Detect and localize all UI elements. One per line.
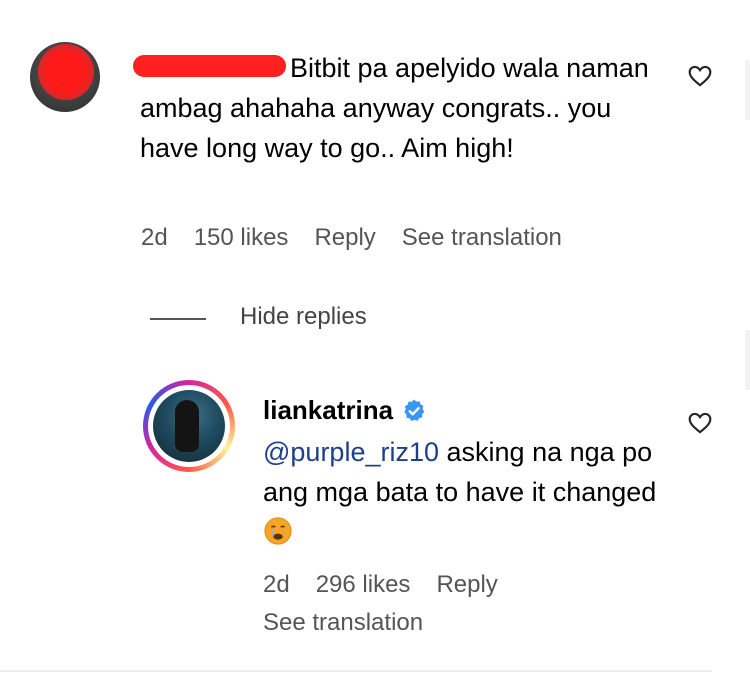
hide-replies-button[interactable]: Hide replies (240, 303, 367, 331)
edge-shadow (745, 330, 750, 390)
verified-badge-icon (404, 399, 425, 421)
reply-see-translation[interactable]: See translation (263, 609, 423, 637)
crying-emoji-icon (264, 517, 292, 545)
comment-reply-button[interactable]: Reply (314, 224, 375, 252)
reply-likes[interactable]: 296 likes (316, 571, 411, 599)
reply-username-row: liankatrina (263, 395, 427, 426)
bottom-divider (0, 670, 712, 672)
reply-text: @purple_riz10 asking na nga po ang mga b… (263, 432, 663, 552)
heart-outline-icon[interactable] (686, 63, 714, 89)
avatar-figure (175, 400, 199, 452)
reply-meta: 2d 296 likes Reply (263, 571, 498, 599)
reply-reply-button[interactable]: Reply (436, 571, 497, 599)
comment-see-translation[interactable]: See translation (402, 224, 562, 252)
edge-shadow (745, 60, 750, 120)
comment-meta: 2d 150 likes Reply See translation (141, 224, 562, 252)
avatar-photo (153, 390, 225, 462)
comment-time: 2d (141, 224, 168, 251)
reply-avatar[interactable] (143, 380, 235, 472)
commenter-avatar[interactable] (30, 42, 100, 112)
heart-outline-icon[interactable] (686, 410, 714, 436)
redacted-username (133, 55, 286, 77)
reply-time: 2d (263, 571, 290, 598)
comment-likes[interactable]: 150 likes (194, 224, 289, 252)
reply-mention[interactable]: @purple_riz10 (263, 437, 439, 467)
reply-username[interactable]: liankatrina (263, 395, 393, 426)
redaction-mark (44, 50, 88, 94)
replies-divider (150, 318, 206, 320)
